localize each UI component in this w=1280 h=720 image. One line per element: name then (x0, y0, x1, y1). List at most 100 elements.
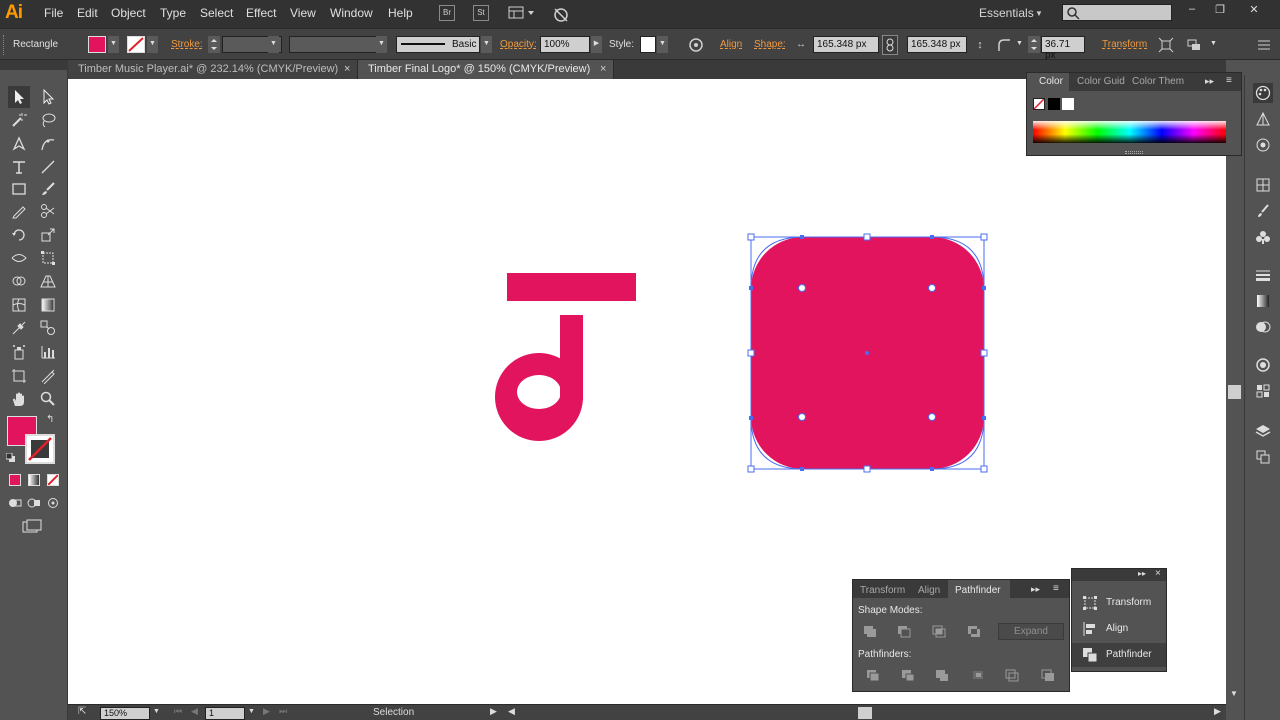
crop-icon[interactable] (969, 667, 987, 683)
isolate-icon[interactable] (1158, 37, 1174, 53)
panel-menu-icon[interactable]: ≡ (1053, 583, 1059, 594)
tab-timber-final-logo[interactable]: Timber Final Logo* @ 150% (CMYK/Preview)… (358, 60, 614, 79)
graphic-styles-icon[interactable] (1253, 381, 1273, 401)
menu-object[interactable]: Object (111, 6, 146, 20)
type-tool-icon[interactable] (8, 156, 30, 178)
export-icon[interactable]: ⇱ (78, 706, 86, 717)
black-swatch[interactable] (1048, 98, 1060, 110)
tools-panel-header[interactable] (0, 60, 68, 70)
zoom-tool-icon[interactable] (37, 388, 59, 410)
height-field[interactable]: 165.348 px (907, 36, 967, 53)
corner-type-icon[interactable] (996, 37, 1012, 53)
default-fill-stroke-icon[interactable] (6, 453, 16, 463)
variable-width-profile[interactable] (289, 36, 387, 53)
tab-close-icon[interactable]: × (600, 63, 606, 75)
resize-grip[interactable] (1125, 151, 1143, 154)
opacity-dropdown[interactable]: ▶ (591, 36, 602, 53)
width-field[interactable]: 165.348 px (813, 36, 879, 53)
menu-view[interactable]: View (290, 6, 316, 20)
symbol-sprayer-tool-icon[interactable] (8, 341, 30, 363)
color-spectrum[interactable] (1033, 121, 1226, 143)
arrange-icon[interactable] (1186, 37, 1202, 53)
draw-normal-icon[interactable] (8, 497, 22, 509)
divide-icon[interactable] (864, 667, 882, 683)
scroll-down-icon[interactable]: ▼ (1230, 689, 1238, 698)
trim-icon[interactable] (899, 667, 917, 683)
scroll-right-icon[interactable]: ▶ (1214, 706, 1221, 717)
swatches-icon[interactable] (1253, 175, 1273, 195)
menu-help[interactable]: Help (388, 6, 413, 20)
magic-wand-tool-icon[interactable] (8, 109, 30, 131)
scale-tool-icon[interactable] (37, 224, 59, 246)
arrange-documents-icon[interactable] (508, 5, 536, 21)
stroke-label[interactable]: Stroke: (171, 39, 203, 50)
corner-radius-stepper[interactable] (1028, 36, 1040, 53)
color-mode-icon[interactable] (9, 474, 21, 486)
mini-item-transform[interactable]: Transform (1072, 591, 1166, 615)
exclude-icon[interactable] (965, 623, 983, 639)
white-swatch[interactable] (1062, 98, 1074, 110)
gradient-panel-icon[interactable] (1253, 291, 1273, 311)
tab-color-guide[interactable]: Color Guid (1077, 76, 1125, 87)
line-segment-tool-icon[interactable] (37, 156, 59, 178)
gradient-mode-icon[interactable] (28, 474, 40, 486)
layers-icon[interactable] (1253, 421, 1273, 441)
opacity-label[interactable]: Opacity: (500, 39, 537, 50)
screen-mode-icon[interactable] (22, 519, 42, 533)
close-button[interactable]: ✕ (1245, 3, 1263, 17)
direct-selection-tool-icon[interactable] (37, 86, 59, 108)
shape-link[interactable]: Shape: (754, 39, 786, 50)
menu-effect[interactable]: Effect (246, 6, 276, 20)
first-artboard-icon[interactable]: ⏮ (174, 706, 182, 717)
perspective-grid-tool-icon[interactable] (37, 270, 59, 292)
pencil-tool-icon[interactable] (8, 200, 30, 222)
mini-item-align[interactable]: Align (1072, 617, 1166, 641)
transform-link[interactable]: Transform (1102, 39, 1147, 50)
panel-menu-icon[interactable]: ≡ (1226, 75, 1232, 86)
color-themes-icon[interactable] (1253, 135, 1273, 155)
artboard-number-field[interactable]: 1 (205, 707, 245, 720)
artboards-icon[interactable] (1253, 447, 1273, 467)
status-menu-icon[interactable]: ▶ (490, 706, 497, 717)
rectangle-tool-icon[interactable] (8, 178, 30, 200)
lasso-tool-icon[interactable] (37, 109, 59, 131)
recolor-artwork-icon[interactable] (688, 37, 704, 53)
eyedropper-tool-icon[interactable] (8, 317, 30, 339)
menu-edit[interactable]: Edit (77, 6, 98, 20)
more-tabs-icon[interactable]: ▸▸ (1205, 76, 1214, 87)
free-transform-tool-icon[interactable] (37, 247, 59, 269)
color-panel-icon[interactable] (1253, 83, 1273, 103)
rotate-tool-icon[interactable] (8, 224, 30, 246)
scroll-thumb[interactable] (1228, 385, 1241, 399)
horizontal-scroll-thumb[interactable] (858, 707, 872, 719)
tab-close-icon[interactable]: × (344, 63, 350, 75)
expand-panels-icon[interactable]: ▸▸ (1138, 569, 1146, 578)
symbols-icon[interactable] (1253, 227, 1273, 247)
fill-swatch[interactable] (88, 36, 106, 53)
previous-artboard-icon[interactable]: ◀ (191, 706, 198, 717)
tab-color[interactable]: Color (1039, 76, 1063, 87)
note-flag-bar[interactable] (507, 273, 636, 301)
draw-inside-icon[interactable] (46, 497, 60, 509)
control-panel-menu-icon[interactable] (1256, 37, 1272, 53)
stroke-color-swatch[interactable] (25, 434, 55, 464)
more-tabs-icon[interactable]: ▸▸ (1031, 584, 1040, 595)
next-artboard-icon[interactable]: ▶ (263, 706, 270, 717)
stroke-dropdown[interactable]: ▼ (147, 36, 158, 53)
vertical-scrollbar[interactable]: ▼ (1226, 79, 1244, 704)
expand-button[interactable]: Expand (998, 623, 1064, 640)
minus-front-icon[interactable] (895, 623, 913, 639)
merge-icon[interactable] (933, 667, 951, 683)
tab-color-themes[interactable]: Color Them (1132, 76, 1184, 87)
opacity-field[interactable]: 100% (540, 36, 590, 53)
draw-behind-icon[interactable] (27, 497, 41, 509)
brushes-icon[interactable] (1253, 201, 1273, 221)
stroke-panel-icon[interactable] (1253, 265, 1273, 285)
appearance-icon[interactable] (1253, 355, 1273, 375)
tab-timber-music-player[interactable]: Timber Music Player.ai* @ 232.14% (CMYK/… (68, 60, 358, 79)
artboard-tool-icon[interactable] (8, 365, 30, 387)
workspace-switcher[interactable]: Essentials (979, 6, 1034, 20)
graphic-style-swatch[interactable] (640, 36, 656, 53)
style-dropdown[interactable]: ▼ (657, 36, 668, 53)
pen-tool-icon[interactable] (8, 133, 30, 155)
